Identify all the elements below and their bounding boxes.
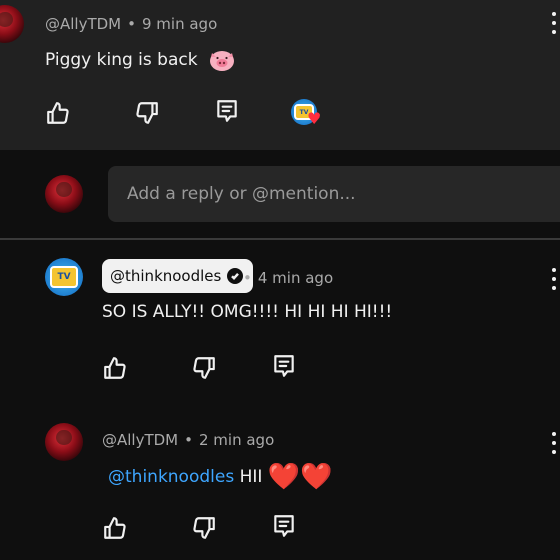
- top-comment-text: Piggy king is back: [45, 48, 235, 72]
- creator-name-chip[interactable]: @thinknoodles: [102, 259, 254, 293]
- top-comment-meta: @AllyTDM • 9 min ago: [45, 15, 217, 33]
- thumbs-down-icon[interactable]: [134, 100, 160, 126]
- reply-placeholder: Add a reply or @mention...: [127, 184, 356, 204]
- verified-check-icon: [227, 268, 244, 284]
- creator-name: @thinknoodles: [110, 267, 222, 285]
- thumbs-up-icon[interactable]: [45, 100, 71, 126]
- thumbs-up-icon[interactable]: [102, 515, 128, 541]
- reply-comment-icon[interactable]: [214, 98, 240, 124]
- reply-time: 4 min ago: [257, 269, 334, 287]
- reply-input[interactable]: Add a reply or @mention...: [108, 166, 560, 222]
- meta-separator: •: [243, 269, 252, 287]
- mention-link[interactable]: @thinknoodles: [108, 467, 234, 487]
- heart-icon: ♥: [307, 109, 322, 128]
- ally-avatar[interactable]: [45, 423, 83, 461]
- section-divider: [0, 238, 560, 240]
- more-options-icon[interactable]: [550, 12, 558, 34]
- more-options-icon[interactable]: [550, 268, 558, 290]
- reply-body: HII: [239, 467, 263, 487]
- thumbs-down-icon[interactable]: [191, 515, 217, 541]
- reply-comment-icon[interactable]: [271, 353, 297, 379]
- red-hearts-emoji: ❤️❤️: [267, 462, 333, 492]
- current-user-avatar: [45, 175, 83, 213]
- meta-separator: •: [127, 15, 136, 33]
- reply-1-text: SO IS ALLY!! OMG!!!! HI HI HI HI!!!: [102, 302, 393, 322]
- comment-body: Piggy king is back: [45, 50, 198, 70]
- meta-separator: •: [184, 431, 193, 449]
- reply-2-text: @thinknoodles HII ❤️❤️: [108, 462, 333, 492]
- reply-comment-icon[interactable]: [271, 513, 297, 539]
- author-name[interactable]: @AllyTDM: [45, 15, 121, 33]
- reply-2-meta: @AllyTDM • 2 min ago: [102, 431, 274, 449]
- author-name[interactable]: @AllyTDM: [102, 431, 178, 449]
- comment-time: 9 min ago: [142, 15, 218, 33]
- creator-heart-badge[interactable]: TV ♥: [291, 99, 323, 131]
- thumbs-up-icon[interactable]: [102, 355, 128, 381]
- pig-face-emoji: [209, 48, 235, 72]
- thinknoodles-avatar[interactable]: TV: [45, 258, 83, 296]
- reply-time: 2 min ago: [199, 431, 275, 449]
- more-options-icon[interactable]: [550, 432, 558, 454]
- reply-1-meta: • 4 min ago: [243, 269, 333, 287]
- thumbs-down-icon[interactable]: [191, 355, 217, 381]
